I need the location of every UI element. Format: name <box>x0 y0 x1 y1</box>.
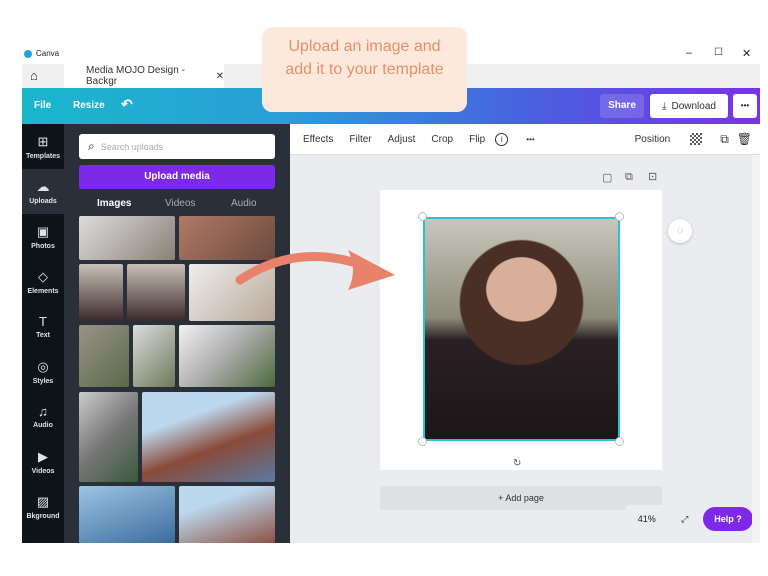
duplicate-icon[interactable]: ⧉ <box>720 132 729 147</box>
arrow-annotation <box>235 250 395 290</box>
upload-thumbnail[interactable] <box>133 325 175 387</box>
crop-button[interactable]: Crop <box>431 134 453 145</box>
minimize-button[interactable]: – <box>686 47 692 59</box>
arrow-shaft <box>235 251 375 285</box>
image-toolbar: Effects Filter Adjust Crop Flip i ••• Po… <box>290 124 760 155</box>
sidebar-item-uploads[interactable]: ☁ Uploads <box>22 169 64 214</box>
upload-thumbnail[interactable] <box>79 325 129 387</box>
uploads-panel: ⌕ Search uploads Upload media Images Vid… <box>64 124 290 543</box>
canvas-area: ▢ ⧉ ⊡ ↻ ◌ + Add page 41% ⤢ Help ? <box>290 155 760 543</box>
upload-thumbnail[interactable] <box>127 264 185 321</box>
resize-handle[interactable] <box>418 212 427 221</box>
add-page-button[interactable]: + Add page <box>380 486 662 510</box>
search-input[interactable]: ⌕ Search uploads <box>79 134 275 159</box>
design-page[interactable]: ↻ <box>380 190 662 470</box>
sidebar-item-background[interactable]: ▨ Bkground <box>22 484 64 529</box>
help-button[interactable]: Help ? <box>703 507 753 531</box>
resize-handle[interactable] <box>615 437 624 446</box>
callout-box: Upload an image and add it to your templ… <box>262 27 467 112</box>
info-icon[interactable]: i <box>495 132 509 146</box>
tab-images[interactable]: Images <box>97 198 131 209</box>
close-window-button[interactable]: ✕ <box>742 47 751 60</box>
search-icon: ⌕ <box>88 139 95 153</box>
effects-button[interactable]: Effects <box>303 134 333 145</box>
music-icon: ♫ <box>38 404 48 419</box>
undo-icon[interactable]: ↶ <box>121 96 133 113</box>
note-icon[interactable]: ▢ <box>602 171 612 184</box>
sidebar-item-photos[interactable]: ▣ Photos <box>22 214 64 259</box>
elements-icon: ◇ <box>38 268 48 284</box>
share-button[interactable]: Share <box>600 94 644 118</box>
upload-thumbnail[interactable] <box>79 216 175 260</box>
app-name: Canva <box>36 49 60 58</box>
download-button[interactable]: ⤓ Download <box>650 94 728 118</box>
upload-thumbnail[interactable] <box>79 392 138 482</box>
sidebar-item-audio[interactable]: ♫ Audio <box>22 394 64 439</box>
trash-icon[interactable]: 🗑 <box>737 132 752 146</box>
upload-thumbnail[interactable] <box>179 486 275 543</box>
download-icon: ⤓ <box>662 100 667 112</box>
upload-thumbnail[interactable] <box>142 392 275 482</box>
video-icon: ▶ <box>38 448 48 464</box>
tab-title: Media MOJO Design - Backgr <box>86 65 185 87</box>
flip-button[interactable]: Flip <box>469 134 485 145</box>
more-options-button[interactable]: ••• <box>733 94 757 118</box>
filter-button[interactable]: Filter <box>349 134 371 145</box>
adjust-button[interactable]: Adjust <box>388 134 416 145</box>
templates-icon: ⊞ <box>37 133 49 149</box>
resize-handle[interactable] <box>615 212 624 221</box>
add-page-icon[interactable]: ⊡ <box>648 170 657 183</box>
zoom-control[interactable]: 41% ⤢ <box>625 505 701 533</box>
upload-thumbnail[interactable] <box>179 325 275 387</box>
scrollbar[interactable] <box>752 155 760 543</box>
sidebar-item-elements[interactable]: ◇ Elements <box>22 259 64 304</box>
browser-tab[interactable]: Media MOJO Design - Backgr ✕ <box>64 64 224 88</box>
tab-close-icon[interactable]: ✕ <box>216 71 224 82</box>
upload-thumbnail[interactable] <box>79 486 175 543</box>
background-icon: ▨ <box>36 493 50 509</box>
fullscreen-icon[interactable]: ⤢ <box>681 514 688 525</box>
upload-thumbnail[interactable] <box>79 264 123 321</box>
resize-button[interactable]: Resize <box>73 100 105 111</box>
tab-videos[interactable]: Videos <box>165 198 195 209</box>
canva-logo-icon <box>24 50 32 58</box>
duplicate-page-icon[interactable]: ⧉ <box>625 171 633 184</box>
more-icon[interactable]: ••• <box>526 135 534 144</box>
position-button[interactable]: Position <box>635 134 671 145</box>
transparency-icon[interactable] <box>690 133 703 145</box>
home-icon[interactable]: ⌂ <box>30 68 38 83</box>
sidebar-item-styles[interactable]: ◎ Styles <box>22 349 64 394</box>
zoom-level[interactable]: 41% <box>638 514 656 524</box>
upload-cloud-icon: ☁ <box>36 178 50 194</box>
maximize-button[interactable]: ☐ <box>714 47 723 58</box>
sidebar-item-videos[interactable]: ▶ Videos <box>22 439 64 484</box>
resize-handle[interactable] <box>418 437 427 446</box>
file-menu[interactable]: File <box>34 100 51 111</box>
sidebar-item-text[interactable]: T Text <box>22 304 64 349</box>
rotate-icon[interactable]: ↻ <box>513 458 521 469</box>
palette-icon: ◎ <box>37 358 49 374</box>
tab-audio[interactable]: Audio <box>231 198 257 209</box>
text-icon: T <box>39 314 47 329</box>
comment-icon[interactable]: ◌ <box>668 219 692 243</box>
sidebar: ⊞ Templates ☁ Uploads ▣ Photos ◇ Elements TT… <box>22 124 64 543</box>
sidebar-item-templates[interactable]: ⊞ Templates <box>22 124 64 169</box>
upload-media-button[interactable]: Upload media <box>79 165 275 189</box>
photos-icon: ▣ <box>36 223 50 239</box>
portrait-image[interactable] <box>423 217 620 441</box>
arrow-head <box>348 250 395 290</box>
